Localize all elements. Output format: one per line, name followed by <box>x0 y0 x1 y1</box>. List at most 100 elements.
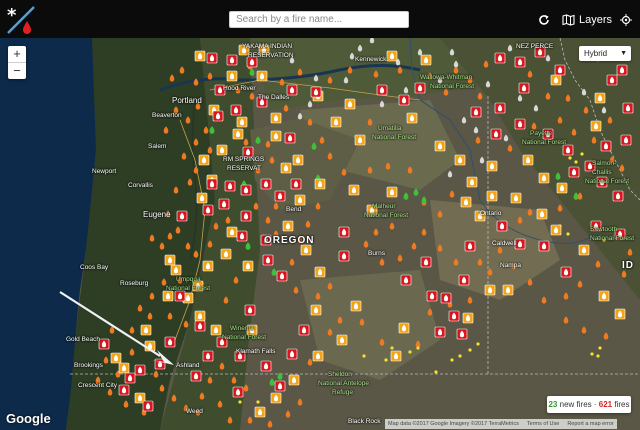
fire-marker-yellow-6[interactable] <box>362 354 366 358</box>
fire-marker-contained-44[interactable] <box>162 290 174 302</box>
satellite-basemap[interactable] <box>0 38 640 430</box>
fire-marker-active-26[interactable] <box>568 166 580 178</box>
fire-marker-contained-66[interactable] <box>538 172 550 184</box>
fire-marker-yellow-20[interactable] <box>238 400 242 404</box>
fire-marker-contained-11[interactable] <box>354 134 366 146</box>
fire-marker-active-62[interactable] <box>164 336 176 348</box>
layers-button[interactable]: Layers <box>562 11 612 28</box>
fire-marker-contained-62[interactable] <box>434 140 446 152</box>
fire-marker-active-0[interactable] <box>206 52 218 64</box>
fire-marker-active-28[interactable] <box>612 190 624 202</box>
fire-marker-contained-6[interactable] <box>202 260 214 272</box>
fire-marker-yellow-13[interactable] <box>590 352 594 356</box>
fire-marker-contained-57[interactable] <box>256 70 268 82</box>
fire-marker-yellow-2[interactable] <box>580 152 584 156</box>
fire-marker-contained-59[interactable] <box>194 50 206 62</box>
fire-marker-contained-21[interactable] <box>460 196 472 208</box>
fire-marker-contained-24[interactable] <box>510 192 522 204</box>
fire-marker-active-29[interactable] <box>600 140 612 152</box>
fire-marker-active-72[interactable] <box>244 304 256 316</box>
fire-marker-active-20[interactable] <box>470 106 482 118</box>
fire-marker-active-65[interactable] <box>118 384 130 396</box>
fire-marker-active-31[interactable] <box>622 102 634 114</box>
fire-marker-contained-10[interactable] <box>330 116 342 128</box>
fire-marker-active-34[interactable] <box>240 184 252 196</box>
fire-marker-contained-52[interactable] <box>164 254 176 266</box>
fire-marker-active-67[interactable] <box>260 360 272 372</box>
fire-marker-contained-18[interactable] <box>386 186 398 198</box>
fire-marker-active-74[interactable] <box>202 350 214 362</box>
fire-marker-active-45[interactable] <box>276 270 288 282</box>
fire-marker-yellow-8[interactable] <box>458 354 462 358</box>
fire-marker-active-13[interactable] <box>514 56 526 68</box>
fire-marker-contained-39[interactable] <box>288 374 300 386</box>
fire-marker-contained-8[interactable] <box>280 162 292 174</box>
fire-marker-contained-17[interactable] <box>348 184 360 196</box>
report-error-link[interactable]: Report a map error <box>567 419 613 429</box>
map-type-select[interactable]: Hybrid ▼ <box>579 46 631 61</box>
fire-marker-contained-65[interactable] <box>522 154 534 166</box>
fire-marker-contained-43[interactable] <box>170 264 182 276</box>
fire-marker-yellow-7[interactable] <box>390 346 394 350</box>
search-input[interactable] <box>229 11 409 28</box>
fire-marker-active-44[interactable] <box>262 254 274 266</box>
fire-marker-active-35[interactable] <box>260 178 272 190</box>
fire-marker-active-83[interactable] <box>440 292 452 304</box>
fire-marker-active-37[interactable] <box>290 178 302 190</box>
fire-marker-active-57[interactable] <box>448 310 460 322</box>
fire-marker-active-48[interactable] <box>420 256 432 268</box>
fire-marker-contained-68[interactable] <box>590 120 602 132</box>
fire-marker-yellow-11[interactable] <box>476 342 480 346</box>
fire-marker-active-59[interactable] <box>456 328 468 340</box>
fire-marker-contained-1[interactable] <box>198 154 210 166</box>
fire-marker-active-9[interactable] <box>376 84 388 96</box>
fire-marker-active-68[interactable] <box>274 380 286 392</box>
fire-marker-active-33[interactable] <box>224 180 236 192</box>
fire-marker-active-58[interactable] <box>434 326 446 338</box>
fire-marker-active-64[interactable] <box>134 364 146 376</box>
fire-marker-active-8[interactable] <box>284 132 296 144</box>
fire-marker-contained-40[interactable] <box>270 392 282 404</box>
fire-marker-contained-63[interactable] <box>454 154 466 166</box>
fire-marker-contained-60[interactable] <box>550 74 562 86</box>
map-canvas[interactable]: YAKAMA INDIAN RESERVATION NEZ PERCE Kenn… <box>0 38 640 430</box>
fire-marker-active-76[interactable] <box>98 338 110 350</box>
fire-marker-yellow-9[interactable] <box>468 348 472 352</box>
fire-marker-active-39[interactable] <box>202 204 214 216</box>
fire-marker-contained-3[interactable] <box>196 192 208 204</box>
fire-marker-active-10[interactable] <box>398 94 410 106</box>
fire-marker-yellow-5[interactable] <box>384 358 388 362</box>
fire-marker-contained-4[interactable] <box>216 144 228 156</box>
fire-marker-active-61[interactable] <box>194 320 206 332</box>
fire-marker-contained-34[interactable] <box>390 350 402 362</box>
fire-marker-active-47[interactable] <box>338 250 350 262</box>
fire-marker-yellow-21[interactable] <box>256 400 260 404</box>
fire-marker-active-50[interactable] <box>426 290 438 302</box>
fire-marker-grey-1[interactable] <box>369 38 375 44</box>
fire-marker-contained-61[interactable] <box>594 92 606 104</box>
fire-marker-active-11[interactable] <box>414 82 426 94</box>
fire-marker-active-71[interactable] <box>298 324 310 336</box>
fire-marker-active-55[interactable] <box>538 240 550 252</box>
fire-marker-active-15[interactable] <box>554 64 566 76</box>
fire-marker-contained-28[interactable] <box>598 290 610 302</box>
fire-marker-active-36[interactable] <box>274 190 286 202</box>
fire-marker-contained-15[interactable] <box>300 244 312 256</box>
fire-marker-contained-9[interactable] <box>292 154 304 166</box>
fire-marker-active-40[interactable] <box>236 230 248 242</box>
fire-marker-contained-76[interactable] <box>270 130 282 142</box>
fire-marker-active-18[interactable] <box>518 82 530 94</box>
fire-marker-active-66[interactable] <box>142 400 154 412</box>
fire-marker-contained-71[interactable] <box>386 50 398 62</box>
fire-marker-contained-42[interactable] <box>194 310 206 322</box>
refresh-button[interactable] <box>538 11 550 28</box>
fire-marker-contained-74[interactable] <box>344 98 356 110</box>
zoom-in-button[interactable]: + <box>8 46 26 62</box>
fire-marker-active-21[interactable] <box>514 118 526 130</box>
fire-marker-yellow-12[interactable] <box>434 370 438 374</box>
fire-marker-yellow-14[interactable] <box>598 346 602 350</box>
fire-marker-active-69[interactable] <box>286 348 298 360</box>
fire-marker-active-24[interactable] <box>562 144 574 156</box>
fire-marker-yellow-15[interactable] <box>596 354 600 358</box>
fire-marker-contained-20[interactable] <box>466 176 478 188</box>
